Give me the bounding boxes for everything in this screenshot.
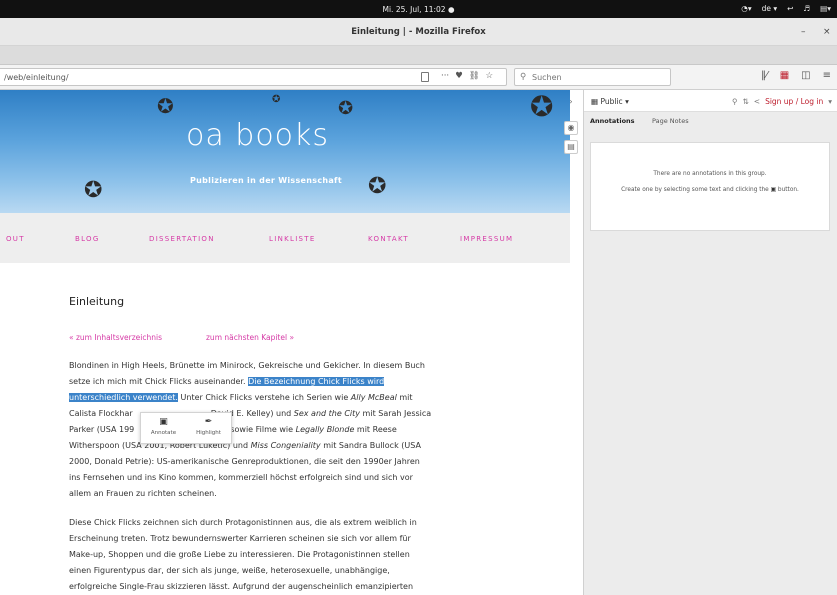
text-line: erfolgreiche Single-Frau skizzieren läss… — [69, 582, 414, 591]
sidebar-tabs: Annotations Page Notes — [584, 112, 837, 130]
menu-item-impressum[interactable]: IMPRESSUM — [460, 235, 513, 243]
paragraph-2: Diese Chick Flicks zeichnen sich durch P… — [69, 515, 479, 595]
new-note-icon[interactable]: ▤ — [564, 140, 578, 154]
search-icon[interactable]: ⚲ — [732, 97, 738, 106]
system-clock[interactable]: Mi. 25. Jul, 11:02 ● — [0, 5, 837, 14]
menu-item-blog[interactable]: BLOG — [75, 235, 100, 243]
paragraph-1: Blondinen in High Heels, Brünette im Min… — [69, 358, 479, 502]
power-icon[interactable]: ▤▾ — [820, 4, 831, 13]
text-line: Witherspoon (USA 2001, Robert Luketic) u… — [69, 441, 421, 450]
page-title: Einleitung — [69, 295, 125, 308]
search-bar[interactable]: ⚲ — [514, 68, 671, 86]
text-line: Erscheinung treten. Trotz bewundernswert… — [69, 534, 411, 543]
bird-icon: ✪ — [157, 94, 174, 118]
empty-annotations-panel: There are no annotations in this group. … — [590, 142, 830, 231]
text-selection[interactable]: unterschiedlich verwendet. — [69, 393, 178, 402]
text-line: Calista Flockhar David E. Kelley) und Sex… — [69, 409, 432, 418]
system-top-bar: Mi. 25. Jul, 11:02 ● ◔▾ de ▾ ↩ ♬ ▤▾ — [0, 0, 837, 18]
login-link[interactable]: Sign up / Log in — [765, 97, 823, 106]
bird-icon: ✪ — [272, 94, 281, 105]
text-line: einen Figurentypus dar, der sich als jun… — [69, 566, 390, 575]
site-logo[interactable]: oa books — [186, 118, 329, 153]
text-line: Blondinen in High Heels, Brünette im Min… — [69, 361, 425, 370]
chapter-navigation: « zum Inhaltsverzeichnis zum nächsten Ka… — [69, 333, 479, 343]
chevron-down-icon[interactable]: ▾ — [828, 97, 832, 106]
navigation-toolbar: /web/einleitung/ ··· ♥ ⛓ ☆ ⚲ ‖⁄ ▦ ◫ ≡ — [0, 65, 837, 90]
text-selection[interactable]: Die Bezeichnung Chick Flicks wird — [248, 377, 385, 386]
empty-hint: Create one by selecting some text and cl… — [621, 187, 799, 193]
toolbar-right: ‖⁄ ▦ ◫ ≡ — [761, 70, 831, 81]
annotation-sidebar-toolbar: › ◉ ▤ — [561, 90, 583, 595]
reader-view-icon[interactable] — [421, 72, 429, 82]
address-bar[interactable]: /web/einleitung/ ··· ♥ ⛓ ☆ — [0, 68, 507, 86]
menu-item-about[interactable]: OUT — [6, 235, 25, 243]
site-menu: OUT BLOG DISSERTATION LINKLISTE KONTAKT … — [0, 213, 570, 263]
page-actions: ··· ♥ ⛓ ☆ — [441, 71, 493, 81]
text-line: Diese Chick Flicks zeichnen sich durch P… — [69, 518, 417, 527]
sidebar-header-actions: ⚲ ⇅ < Sign up / Log in ▾ — [732, 97, 832, 106]
sound-icon[interactable]: ♬ — [803, 4, 810, 13]
text-line: Make-up, Shoppen und die große Liebe zu … — [69, 550, 410, 559]
site-header-banner: ✪ ✪ ✪ ✪ ✪ ✪ oa books Publizieren in der … — [0, 90, 570, 213]
site-tagline: Publizieren in der Wissenschaft — [190, 176, 342, 185]
reader-icon[interactable]: ⛓ — [469, 71, 480, 81]
group-selector[interactable]: ▦ Public ▾ — [591, 97, 629, 106]
share-icon[interactable]: < — [754, 97, 760, 106]
tab-annotations[interactable]: Annotations — [590, 117, 635, 125]
hypothesis-extension-icon[interactable]: ▦ — [780, 70, 789, 81]
window-title-bar: Einleitung | - Mozilla Firefox – × — [0, 18, 837, 46]
next-chapter-link[interactable]: zum nächsten Kapitel » — [206, 333, 294, 342]
menu-item-linkliste[interactable]: LINKLISTE — [269, 235, 316, 243]
annotation-sidebar: ▦ Public ▾ ⚲ ⇅ < Sign up / Log in ▾ Anno… — [583, 90, 837, 595]
bird-icon: ✪ — [368, 174, 387, 199]
web-page: ✪ ✪ ✪ ✪ ✪ ✪ oa books Publizieren in der … — [0, 90, 570, 595]
minimize-button[interactable]: – — [801, 27, 806, 37]
bird-icon: ✪ — [84, 178, 103, 203]
text-line: allem an Frauen zu richten scheinen. — [69, 489, 217, 498]
article: Einleitung « zum Inhaltsverzeichnis zum … — [69, 295, 479, 595]
menu-item-kontakt[interactable]: KONTAKT — [368, 235, 409, 243]
network-icon[interactable]: ↩ — [787, 4, 793, 13]
sidebar-header: ▦ Public ▾ ⚲ ⇅ < Sign up / Log in ▾ — [584, 90, 837, 112]
status-circle-icon[interactable]: ◔▾ — [741, 4, 751, 13]
tab-page-notes[interactable]: Page Notes — [652, 117, 689, 125]
menu-icon[interactable]: ≡ — [823, 70, 831, 81]
text-line: Parker (USA 199 rr) sowie Filme wie Legal… — [69, 425, 397, 434]
bird-icon: ✪ — [338, 98, 354, 119]
language-indicator[interactable]: de ▾ — [762, 4, 778, 13]
menu-item-dissertation[interactable]: DISSERTATION — [149, 235, 215, 243]
highlight-icon: ✒ — [204, 417, 213, 427]
annotate-icon: ▣ — [159, 417, 168, 427]
eye-icon[interactable]: ◉ — [564, 121, 578, 135]
bookmark-star-icon[interactable]: ☆ — [486, 71, 494, 81]
text-line: ins Fernsehen und ins Kino kommen, komme… — [69, 473, 413, 482]
pocket-icon[interactable]: ♥ — [455, 71, 463, 81]
sort-icon[interactable]: ⇅ — [742, 97, 748, 106]
prev-chapter-link[interactable]: « zum Inhaltsverzeichnis — [69, 333, 162, 342]
bird-icon: ✪ — [530, 90, 554, 123]
annotate-button[interactable]: ▣ Annotate — [141, 413, 186, 443]
library-icon[interactable]: ‖⁄ — [761, 70, 768, 81]
highlight-button[interactable]: ✒ Highlight — [186, 413, 231, 443]
empty-message: There are no annotations in this group. — [653, 171, 767, 177]
text-line: unterschiedlich verwendet. Unter Chick F… — [69, 393, 413, 402]
annotation-adder-popup: ▣ Annotate ✒ Highlight — [140, 412, 232, 444]
system-tray[interactable]: ◔▾ de ▾ ↩ ♬ ▤▾ — [741, 4, 831, 13]
page-actions-menu-icon[interactable]: ··· — [441, 71, 449, 81]
text-line: setze ich mich mit Chick Flicks auseinan… — [69, 377, 385, 386]
sidebar-toggle-icon[interactable]: ◫ — [801, 70, 810, 81]
url-text[interactable]: /web/einleitung/ — [4, 73, 69, 82]
window-title: Einleitung | - Mozilla Firefox — [351, 27, 486, 37]
screen: Mi. 25. Jul, 11:02 ● ◔▾ de ▾ ↩ ♬ ▤▾ Einl… — [0, 0, 837, 595]
search-icon: ⚲ — [520, 72, 527, 82]
group-icon: ▦ — [591, 97, 599, 106]
collapse-sidebar-icon[interactable]: › — [564, 96, 578, 110]
close-button[interactable]: × — [823, 27, 831, 37]
text-line: 2000, Donald Petrie): US-amerikanische G… — [69, 457, 420, 466]
search-input[interactable] — [532, 71, 662, 83]
tab-strip — [0, 46, 837, 65]
